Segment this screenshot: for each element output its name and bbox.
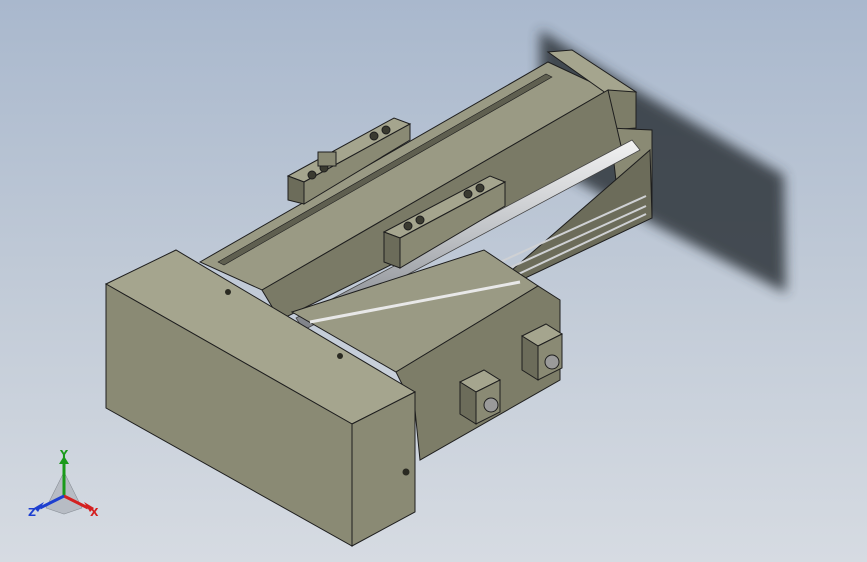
bolt-hole [475, 183, 485, 193]
bolt-hole [415, 215, 425, 225]
bolt-hole [463, 189, 473, 199]
front-bracket-side [383, 231, 401, 269]
bolt-hole [225, 289, 231, 295]
sensor-knob [544, 354, 560, 370]
bolt-hole [307, 170, 317, 180]
bolt-hole [337, 353, 343, 359]
cad-viewport[interactable]: Y X Z [0, 0, 867, 562]
model-view[interactable] [0, 0, 867, 562]
bolt-hole [369, 131, 379, 141]
sensor-knob [483, 397, 499, 413]
axis-triad[interactable]: Y X Z [24, 448, 104, 528]
bolt-hole [381, 125, 391, 135]
x-axis-label: X [90, 506, 99, 519]
bolt-hole [402, 468, 410, 476]
rear-clip [317, 151, 337, 167]
z-axis-label: Z [28, 506, 36, 519]
y-axis-label: Y [59, 448, 69, 461]
bolt-hole [403, 221, 413, 231]
